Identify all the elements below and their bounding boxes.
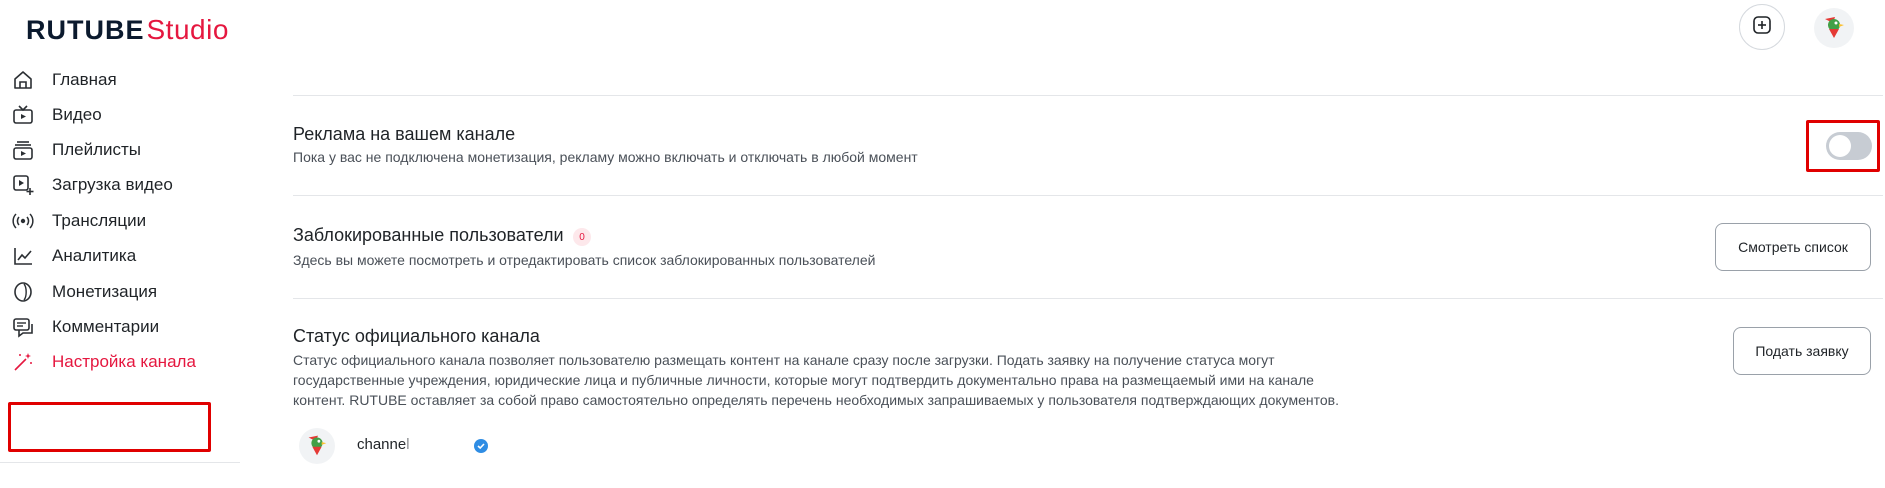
submit-application-button[interactable]: Подать заявку <box>1733 327 1871 375</box>
sidebar-item-monetization[interactable]: Монетизация <box>0 274 240 310</box>
comments-icon <box>11 315 35 339</box>
add-content-button[interactable] <box>1739 4 1785 50</box>
sidebar-item-label: Трансляции <box>52 211 147 230</box>
sidebar-item-label: Видео <box>52 105 102 124</box>
magic-wand-icon <box>11 350 35 374</box>
official-status-title: Статус официального канала <box>293 326 540 346</box>
ads-setting-description: Пока у вас не подключена монетизация, ре… <box>293 149 918 165</box>
blocked-count-badge: 0 <box>573 228 591 246</box>
ads-toggle[interactable] <box>1826 132 1872 160</box>
sidebar-divider <box>0 462 240 463</box>
toggle-knob <box>1829 135 1851 157</box>
blocked-users-title: Заблокированные пользователи <box>293 225 564 245</box>
sidebar-item-label: Аналитика <box>52 246 137 265</box>
plus-square-icon <box>1752 15 1772 40</box>
logo-rutube-text: RUTUBE <box>26 15 145 45</box>
sidebar-item-upload-video[interactable]: Загрузка видео <box>0 167 240 203</box>
sidebar-item-label: Главная <box>52 70 117 89</box>
bird-avatar-icon <box>1819 11 1849 46</box>
sidebar-item-playlists[interactable]: Плейлисты <box>0 132 240 168</box>
coin-icon <box>11 280 35 304</box>
rutube-studio-logo[interactable]: RUTUBE Studio <box>26 14 229 46</box>
chart-line-icon <box>11 244 35 268</box>
official-status-description-line: Статус официального канала позволяет пол… <box>293 352 1275 368</box>
broadcast-icon <box>11 209 35 233</box>
user-avatar[interactable] <box>1814 8 1854 48</box>
sidebar-item-label: Настройка канала <box>52 352 196 371</box>
ads-setting-title: Реклама на вашем канале <box>293 124 516 144</box>
channel-name-redaction <box>412 434 474 456</box>
sidebar-item-broadcasts[interactable]: Трансляции <box>0 203 240 239</box>
logo-studio-text: Studio <box>146 14 229 45</box>
tv-icon <box>11 103 35 127</box>
home-icon <box>11 68 35 92</box>
section-divider <box>293 298 1883 299</box>
verified-check-icon <box>474 439 488 453</box>
section-divider <box>293 195 1883 196</box>
sidebar-item-channel-settings[interactable]: Настройка канала <box>0 344 240 380</box>
upload-video-icon <box>11 173 35 197</box>
blocked-users-description: Здесь вы можете посмотреть и отредактиро… <box>293 252 876 268</box>
playlist-icon <box>11 138 35 162</box>
sidebar-item-label: Монетизация <box>52 282 158 301</box>
sidebar-item-label: Плейлисты <box>52 140 142 159</box>
sidebar-item-label: Комментарии <box>52 317 160 336</box>
bird-avatar-icon <box>303 430 331 463</box>
sidebar-item-comments[interactable]: Комментарии <box>0 309 240 345</box>
official-status-description-line: контент. RUTUBE оставляет за собой право… <box>293 392 1339 408</box>
official-status-description-line: государственные учреждения, юридические … <box>293 372 1314 388</box>
sidebar-item-label: Загрузка видео <box>52 175 173 194</box>
channel-avatar <box>299 428 335 464</box>
sidebar-item-video[interactable]: Видео <box>0 97 240 133</box>
view-blocked-list-button[interactable]: Смотреть список <box>1715 223 1871 271</box>
sidebar-item-home[interactable]: Главная <box>0 62 240 98</box>
sidebar-item-analytics[interactable]: Аналитика <box>0 238 240 274</box>
sidebar-annotation-highlight <box>8 402 211 452</box>
section-divider <box>293 95 1883 96</box>
channel-name: channel <box>357 436 410 453</box>
